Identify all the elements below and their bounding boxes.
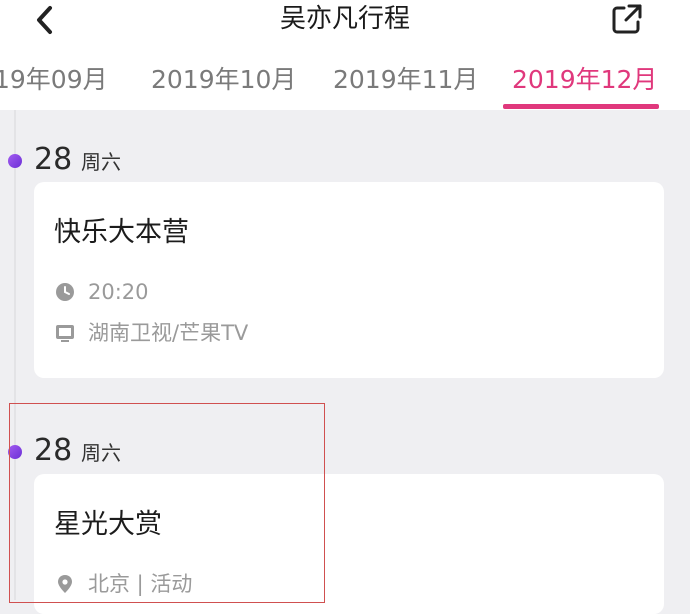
tab-2019-11[interactable]: 2019年11月 xyxy=(333,62,478,98)
event-weekday: 周六 xyxy=(81,150,121,174)
tab-2019-12[interactable]: 2019年12月 xyxy=(512,62,657,98)
page-title: 吴亦凡行程 xyxy=(279,4,410,34)
month-tabs: 19年09月 2019年10月 2019年11月 2019年12月 xyxy=(0,62,690,110)
event-title: 星光大赏 xyxy=(54,509,162,540)
timeline-dot xyxy=(8,445,22,459)
event-time: 20:20 xyxy=(88,280,149,304)
clock-icon xyxy=(56,283,74,301)
external-link-icon[interactable] xyxy=(610,2,644,36)
event-weekday: 周六 xyxy=(81,441,121,465)
tab-2019-09[interactable]: 19年09月 xyxy=(0,62,108,98)
event-card[interactable]: 快乐大本营 20:20 湖南卫视/芒果TV xyxy=(34,182,664,378)
timeline-line xyxy=(14,110,16,600)
location-pin-icon xyxy=(58,575,72,593)
event-title: 快乐大本营 xyxy=(54,217,189,248)
event-date: 28 xyxy=(34,142,73,177)
tv-icon xyxy=(56,325,74,342)
event-date: 28 xyxy=(34,433,73,468)
tab-2019-10[interactable]: 2019年10月 xyxy=(151,62,296,98)
active-tab-indicator xyxy=(503,104,659,109)
timeline-dot xyxy=(8,154,22,168)
event-channel: 湖南卫视/芒果TV xyxy=(88,321,249,345)
event-card[interactable]: 星光大赏 北京 | 活动 xyxy=(34,474,664,614)
top-bar: 吴亦凡行程 19年09月 2019年10月 2019年11月 2019年12月 xyxy=(0,0,690,110)
event-location: 北京 | 活动 xyxy=(88,572,193,596)
